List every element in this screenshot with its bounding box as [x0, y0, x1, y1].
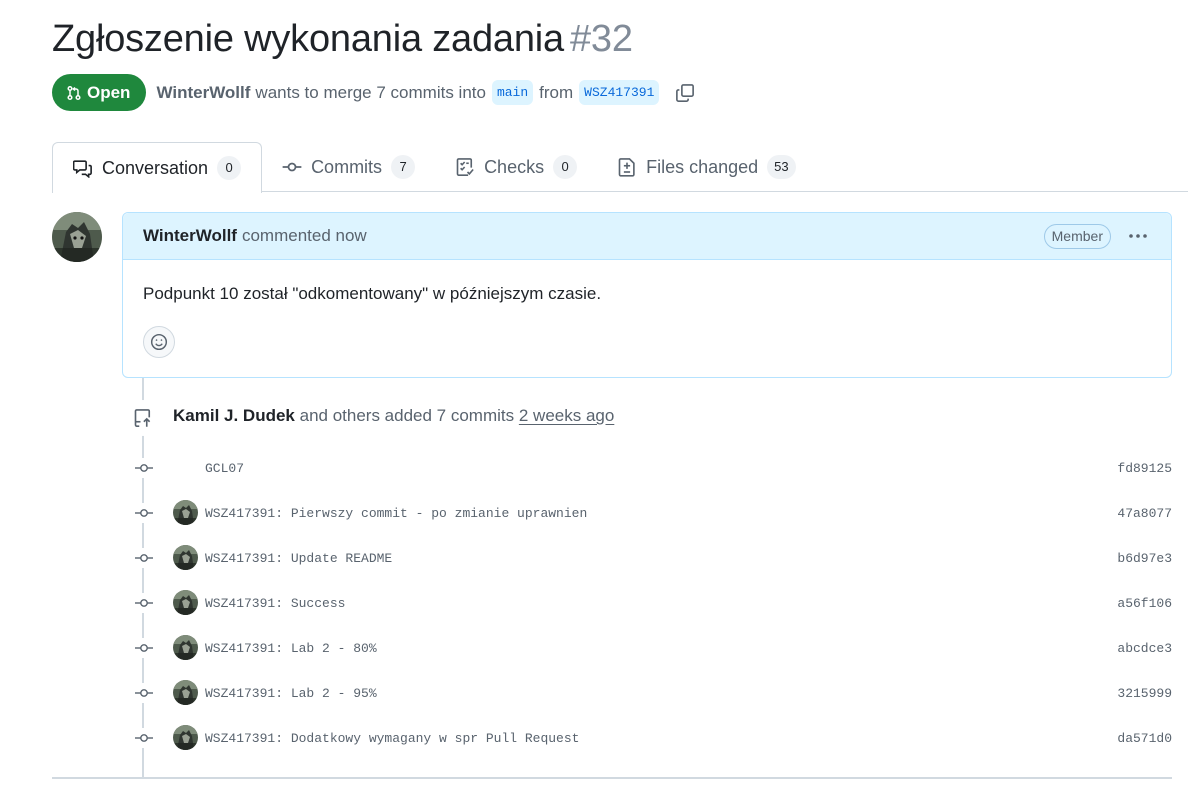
base-branch[interactable]: main: [491, 80, 534, 105]
head-branch[interactable]: WSZ417391: [579, 80, 660, 105]
comment-timestamp[interactable]: commented now: [242, 226, 367, 246]
commit-message-link[interactable]: WSZ417391: Lab 2 - 80%: [205, 641, 377, 656]
tab-checks[interactable]: Checks 0: [435, 142, 597, 192]
commit-author-avatar[interactable]: [173, 680, 198, 705]
git-commit-icon: [130, 593, 158, 613]
commit-row: WSZ417391: Dodatkowy wymagany w spr Pull…: [130, 723, 1172, 753]
commit-sha-link[interactable]: da571d0: [1117, 731, 1172, 746]
tab-files-changed-label: Files changed: [646, 156, 759, 177]
wolf-avatar-icon: [52, 212, 102, 262]
smiley-icon: [150, 333, 168, 351]
git-commit-icon: [130, 458, 158, 478]
commit-message-link[interactable]: WSZ417391: Dodatkowy wymagany w spr Pull…: [205, 731, 579, 746]
file-diff-icon: [618, 158, 635, 177]
comment-options-button[interactable]: [1127, 225, 1149, 247]
push-relative-time[interactable]: 2 weeks ago: [519, 406, 614, 425]
tab-conversation[interactable]: Conversation 0: [52, 142, 263, 193]
commit-message-link[interactable]: GCL07: [205, 461, 244, 476]
member-badge: Member: [1043, 224, 1111, 249]
commit-row: WSZ417391: Update README b6d97e3: [130, 543, 1172, 573]
git-commit-icon: [130, 683, 158, 703]
tab-commits-label: Commits: [311, 156, 383, 177]
comment-body: Podpunkt 10 został "odkomentowany" w póź…: [143, 284, 602, 303]
pr-author-link[interactable]: WinterWollf: [156, 83, 250, 103]
pr-meta: Open WinterWollf wants to merge 7 commit…: [52, 74, 695, 111]
git-commit-icon: [130, 638, 158, 658]
tab-checks-count: 0: [553, 155, 578, 179]
tab-files-changed[interactable]: Files changed 53: [597, 142, 816, 192]
pr-title: Zgłoszenie wykonania zadania: [52, 18, 564, 60]
commit-author-avatar[interactable]: [173, 725, 198, 750]
comment-header: WinterWollf commented now Member: [123, 213, 1171, 260]
comment-discussion-icon: [73, 160, 92, 178]
git-commit-icon: [130, 548, 158, 568]
commit-row: WSZ417391: Pierwszy commit - po zmianie …: [130, 498, 1172, 528]
checklist-icon: [456, 158, 474, 176]
pr-number: #32: [569, 18, 633, 60]
timeline-divider: [52, 777, 1172, 779]
pr-tabs: Conversation 0 Commits 7 Checks 0 Files …: [52, 142, 1188, 193]
page-title: Zgłoszenie wykonania zadania #32: [52, 18, 633, 61]
commit-message-link[interactable]: WSZ417391: Update README: [205, 551, 392, 566]
commit-row: WSZ417391: Success a56f106: [130, 588, 1172, 618]
commit-sha-link[interactable]: fd89125: [1117, 461, 1172, 476]
comment-author-link[interactable]: WinterWollf: [143, 226, 237, 246]
git-commit-icon: [282, 162, 302, 172]
git-commit-icon: [130, 503, 158, 523]
push-author-link[interactable]: Kamil J. Dudek: [173, 406, 295, 425]
tab-files-changed-count: 53: [767, 155, 796, 179]
from-text: from: [539, 82, 574, 102]
state-badge: Open: [52, 74, 147, 111]
commit-row: GCL07 fd89125: [130, 453, 1172, 483]
pr-action-text: wants to merge 7 commits into: [255, 82, 486, 102]
commit-sha-link[interactable]: a56f106: [1117, 596, 1172, 611]
commit-sha-link[interactable]: abcdce3: [1117, 641, 1172, 656]
commit-author-avatar[interactable]: [173, 500, 198, 525]
copy-icon: [676, 83, 695, 102]
tab-checks-label: Checks: [484, 156, 545, 177]
copy-branch-button[interactable]: [675, 83, 695, 103]
commit-author-avatar[interactable]: [173, 635, 198, 660]
commit-sha-link[interactable]: b6d97e3: [1117, 551, 1172, 566]
commit-sha-link[interactable]: 3215999: [1117, 686, 1172, 701]
git-pull-request-icon: [67, 85, 81, 100]
repo-push-icon: [134, 409, 151, 427]
tab-conversation-count: 0: [217, 156, 242, 180]
push-description: and others added 7 commits: [299, 406, 515, 425]
commit-row: WSZ417391: Lab 2 - 95% 3215999: [130, 678, 1172, 708]
git-commit-icon: [130, 728, 158, 748]
tab-commits[interactable]: Commits 7: [262, 142, 435, 192]
tab-commits-count: 7: [391, 155, 416, 179]
kebab-horizontal-icon: [1129, 234, 1147, 238]
commit-message-link[interactable]: WSZ417391: Lab 2 - 95%: [205, 686, 377, 701]
commit-author-avatar[interactable]: [173, 545, 198, 570]
push-event-icon-wrap: [125, 400, 161, 436]
commit-sha-link[interactable]: 47a8077: [1117, 506, 1172, 521]
avatar[interactable]: [52, 212, 102, 262]
comment-box: WinterWollf commented now Member Podpunk…: [122, 212, 1172, 378]
commit-author-avatar[interactable]: [173, 590, 198, 615]
commit-message-link[interactable]: WSZ417391: Success: [205, 596, 345, 611]
tab-conversation-label: Conversation: [102, 157, 209, 178]
timeline-line: [142, 378, 144, 778]
commit-row: WSZ417391: Lab 2 - 80% abcdce3: [130, 633, 1172, 663]
commit-message-link[interactable]: WSZ417391: Pierwszy commit - po zmianie …: [205, 506, 587, 521]
state-label: Open: [87, 82, 131, 102]
push-event-text: Kamil J. Dudek and others added 7 commit…: [173, 406, 614, 426]
add-reaction-button[interactable]: [143, 326, 175, 358]
